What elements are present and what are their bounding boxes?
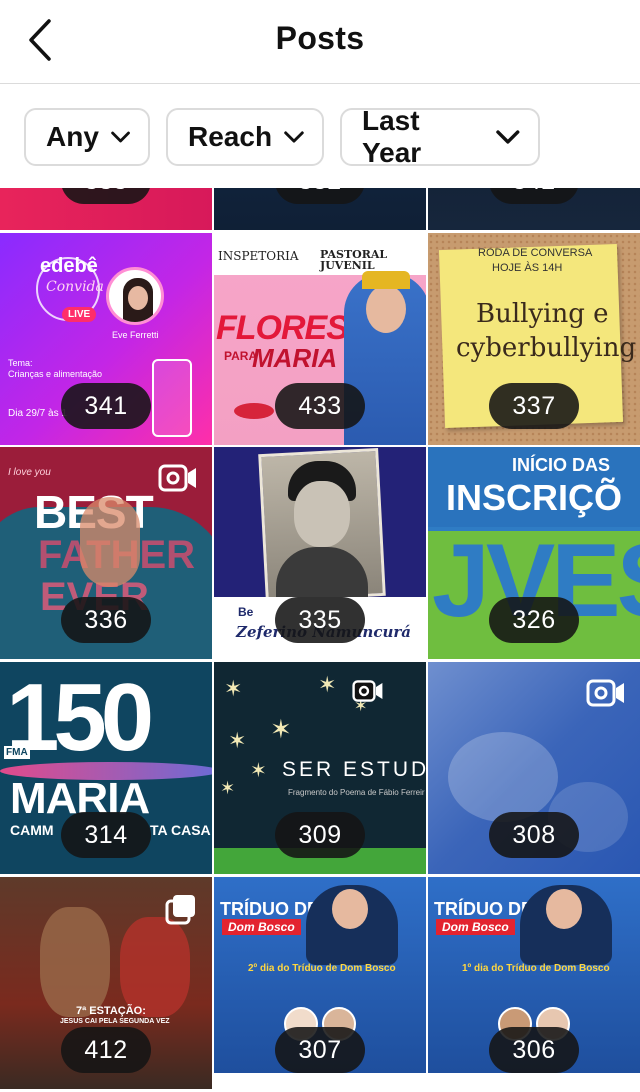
- tile-text: Dom Bosco: [436, 919, 515, 935]
- tile-text: INÍCIO DAS: [512, 455, 611, 475]
- post-count: 342: [489, 188, 579, 204]
- post-count: 326: [489, 597, 579, 643]
- tile-text: Tema:: [8, 358, 33, 368]
- tile-text: edebê: [40, 255, 98, 277]
- tile-text: 7ª ESTAÇÃO:: [76, 1005, 146, 1017]
- tile-text: INSCRIÇÕ: [446, 477, 623, 518]
- video-camera-icon: [352, 680, 383, 702]
- post-tile[interactable]: 308: [428, 662, 640, 874]
- tile-text: I love you: [8, 467, 51, 478]
- post-tile[interactable]: TRÍDUO DE Dom Bosco 1º dia do Tríduo de …: [428, 877, 640, 1089]
- filter-type-label: Any: [46, 121, 99, 152]
- tile-text: RODA DE CONVERSA: [478, 247, 593, 259]
- top-bar: Posts: [0, 0, 640, 84]
- tile-text: SER ESTUDANTE: [282, 758, 426, 781]
- filter-bar: Any Reach Last Year: [0, 84, 640, 188]
- tile-text: JESUS CAI PELA SEGUNDA VEZ: [60, 1018, 170, 1025]
- tile-text: HOJE ÀS 14H: [492, 262, 563, 274]
- video-camera-icon: [158, 464, 196, 492]
- post-tile[interactable]: TRÍDUO DE Dom Bosco 2º dia do Tríduo de …: [214, 877, 426, 1089]
- post-count: 337: [489, 383, 579, 429]
- filter-type-dropdown[interactable]: Any: [24, 108, 150, 166]
- tile-text: Fragmento do Poema de Fábio Ferreir: [288, 788, 425, 797]
- tile-text: Eve Ferretti: [112, 330, 159, 340]
- tile-text: FMA: [4, 746, 30, 759]
- post-count: 314: [61, 812, 151, 858]
- post-count: 308: [489, 812, 579, 858]
- post-tile[interactable]: Be Zeferino Namuncurá 335: [214, 447, 426, 659]
- tile-text: CAMM: [10, 822, 54, 838]
- post-count: 307: [275, 1027, 365, 1073]
- video-camera-icon: [586, 679, 624, 707]
- post-count: 412: [61, 1027, 151, 1073]
- post-count: 335: [275, 597, 365, 643]
- posts-grid: 333 332 342 edebê Convida LIVE Eve Ferre…: [0, 188, 640, 1092]
- tile-text: INSPETORIA: [218, 249, 299, 263]
- chevron-down-icon: [284, 131, 304, 143]
- chevron-down-icon: [496, 130, 520, 144]
- post-count: 306: [489, 1027, 579, 1073]
- filter-metric-label: Reach: [188, 121, 273, 152]
- tile-text: Be: [238, 605, 254, 619]
- tile-text: MARIA: [252, 343, 338, 373]
- tile-text: Crianças e alimentação: [8, 369, 103, 379]
- page-title: Posts: [275, 20, 365, 56]
- post-tile[interactable]: 150 FMA MARIA CAMM TA CASA 314: [0, 662, 212, 874]
- filter-period-dropdown[interactable]: Last Year: [340, 105, 540, 168]
- post-tile[interactable]: INSPETORIA PASTORAL JUVENIL FLORES PARA …: [214, 233, 426, 445]
- tile-text: 1º dia do Tríduo de Dom Bosco: [462, 963, 610, 974]
- post-count: 309: [275, 812, 365, 858]
- carousel-icon: [165, 895, 195, 925]
- tile-text: Bullying e: [476, 299, 609, 329]
- post-tile-partial[interactable]: 332: [214, 188, 426, 230]
- post-tile[interactable]: I love you BEST FATHER EVER 336: [0, 447, 212, 659]
- tile-text: Dia 29/7 às 1: [8, 408, 67, 419]
- post-tile[interactable]: RODA DE CONVERSA HOJE ÀS 14H Bullying e …: [428, 233, 640, 445]
- tile-text: PASTORAL JUVENIL: [320, 248, 388, 272]
- tile-text: Convida: [46, 279, 104, 295]
- post-count: 433: [275, 383, 365, 429]
- post-count: 332: [275, 188, 365, 204]
- post-count: 341: [61, 383, 151, 429]
- tile-text: TA CASA: [150, 822, 211, 838]
- post-tile-partial[interactable]: 333: [0, 188, 212, 230]
- post-count: 333: [61, 188, 151, 204]
- post-tile[interactable]: 7ª ESTAÇÃO: JESUS CAI PELA SEGUNDA VEZ 4…: [0, 877, 212, 1089]
- tile-text: Dom Bosco: [222, 919, 301, 935]
- post-tile[interactable]: ✶ ✶ ✶ ✶ ✶ ✶ ✶ SER ESTUDANTE Fragmento do…: [214, 662, 426, 874]
- filter-metric-dropdown[interactable]: Reach: [166, 108, 324, 166]
- tile-text: cyberbullying: [456, 333, 637, 363]
- tile-text: TRÍDUO DE: [220, 899, 319, 919]
- tile-text: 2º dia do Tríduo de Dom Bosco: [248, 963, 396, 974]
- post-tile-partial[interactable]: 342: [428, 188, 640, 230]
- tile-text: LIVE: [62, 307, 97, 322]
- post-tile[interactable]: edebê Convida LIVE Eve Ferretti Tema: Cr…: [0, 233, 212, 445]
- tile-text: TRÍDUO DE: [434, 899, 533, 919]
- chevron-down-icon: [111, 131, 130, 143]
- post-tile[interactable]: INÍCIO DAS INSCRIÇÕ JVES 326: [428, 447, 640, 659]
- post-count: 336: [61, 597, 151, 643]
- filter-period-label: Last Year: [362, 105, 422, 168]
